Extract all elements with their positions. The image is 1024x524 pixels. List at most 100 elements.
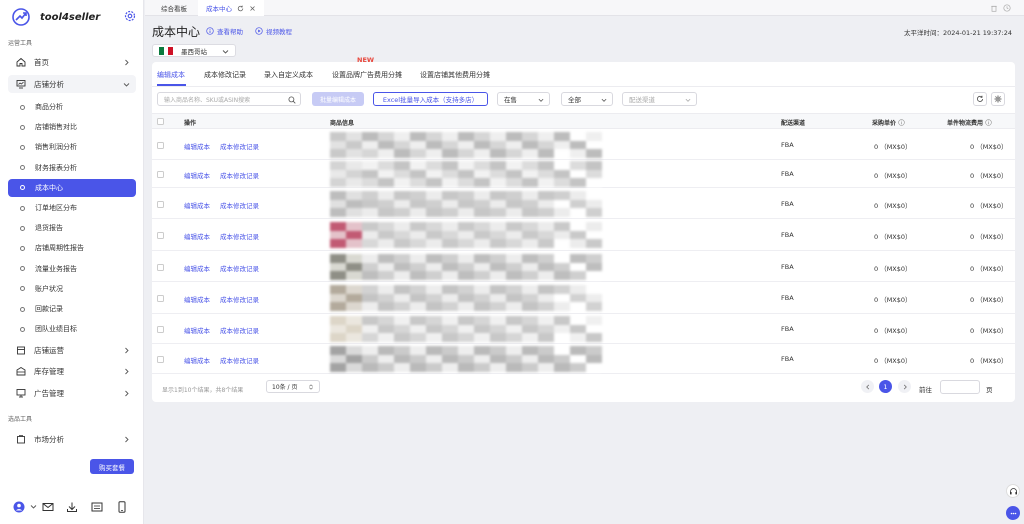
sidebar-subitem[interactable]: 退货报告: [8, 219, 136, 237]
sidebar-subitem[interactable]: 回款记录: [8, 300, 136, 318]
search-icon[interactable]: [288, 96, 296, 104]
edit-cost-link[interactable]: 编辑成本: [184, 325, 210, 335]
sidebar-item-ads[interactable]: 广告管理: [8, 384, 136, 402]
goto-label: 前往: [919, 386, 932, 394]
page-size-value: 10条 / 页: [272, 384, 298, 391]
sidebar-subitem[interactable]: 销售利润分析: [8, 138, 136, 156]
subtab-cost-log[interactable]: 成本修改记录: [204, 70, 246, 80]
sidebar-item-inventory[interactable]: 库存管理: [8, 362, 136, 380]
clock-icon[interactable]: [1003, 4, 1011, 12]
subtab-edit-cost[interactable]: 编辑成本: [157, 70, 185, 80]
sidebar-subitem[interactable]: 流量业务报告: [8, 260, 136, 278]
pacific-time: 太平洋时间：2024-01-21 19:37:24: [903, 29, 1012, 37]
row-checkbox[interactable]: [157, 201, 164, 208]
chevron-down-icon: [538, 98, 544, 102]
radio-dot-icon: [20, 225, 25, 231]
sidebar-item-label: 广告管理: [34, 388, 64, 398]
sidebar-subitem[interactable]: 订单地区分布: [8, 199, 136, 217]
edit-cost-link[interactable]: 编辑成本: [184, 294, 210, 304]
radio-dot-icon: [20, 205, 25, 211]
edit-cost-link[interactable]: 编辑成本: [184, 231, 210, 241]
row-checkbox[interactable]: [157, 264, 164, 271]
cost-log-link[interactable]: 成本修改记录: [220, 325, 259, 335]
cost-log-link[interactable]: 成本修改记录: [220, 355, 259, 365]
edit-cost-link[interactable]: 编辑成本: [184, 141, 210, 151]
subtab-brand-ad-allocation[interactable]: 设置品牌广告费用分摊: [332, 70, 402, 80]
sidebar-subitem[interactable]: 团队业绩目标: [8, 320, 136, 338]
sidebar-subitem[interactable]: 财务报表分析: [8, 159, 136, 177]
tab-dashboard[interactable]: 综合看板: [153, 0, 195, 16]
cost-log-link[interactable]: 成本修改记录: [220, 200, 259, 210]
site-select[interactable]: 墨西哥站: [152, 44, 236, 57]
sidebar-subitem[interactable]: 账户状况: [8, 280, 136, 298]
cost-log-link[interactable]: 成本修改记录: [220, 231, 259, 241]
edit-cost-link[interactable]: 编辑成本: [184, 200, 210, 210]
info-icon[interactable]: [898, 119, 905, 126]
refresh-button[interactable]: [973, 92, 987, 106]
sidebar-subitem[interactable]: 商品分析: [8, 98, 136, 116]
refresh-icon[interactable]: [237, 5, 244, 12]
row-checkbox[interactable]: [157, 171, 164, 178]
chat-button[interactable]: [1006, 506, 1020, 520]
row-checkbox[interactable]: [157, 142, 164, 149]
settings-icon: [994, 95, 1002, 103]
column-settings-button[interactable]: [991, 92, 1005, 106]
video-tutorial-link[interactable]: 视频教程: [255, 26, 292, 36]
tab-cost-center[interactable]: 成本中心: [198, 0, 264, 16]
row-checkbox[interactable]: [157, 295, 164, 302]
mobile-icon[interactable]: [116, 501, 128, 513]
sidebar-item-label: 店铺运营: [34, 345, 64, 355]
logo[interactable]: tool4seller: [12, 8, 100, 26]
channel-select[interactable]: 配送渠道: [622, 92, 697, 106]
next-page-button[interactable]: [898, 380, 911, 393]
col-shipping: 单件物流费用: [947, 118, 992, 127]
sidebar-item-label: 市场分析: [34, 434, 64, 444]
cost-log-link[interactable]: 成本修改记录: [220, 170, 259, 180]
edit-cost-link[interactable]: 编辑成本: [184, 170, 210, 180]
subtab-custom-cost[interactable]: 录入自定义成本: [264, 70, 313, 80]
status-select[interactable]: 在售: [497, 92, 550, 106]
row-checkbox[interactable]: [157, 232, 164, 239]
page-size-select[interactable]: 10条 / 页: [266, 380, 320, 393]
chevron-down-icon[interactable]: [30, 503, 37, 510]
sidebar-subitem[interactable]: 店铺销售对比: [8, 118, 136, 136]
help-link[interactable]: 查看帮助: [206, 26, 243, 36]
cost-log-link[interactable]: 成本修改记录: [220, 263, 259, 273]
batch-edit-cost-button[interactable]: 批量编辑成本: [312, 92, 364, 106]
mail-icon[interactable]: [42, 501, 54, 513]
pagination-summary: 显示1到10个结果，共8个结果: [162, 387, 244, 394]
row-checkbox[interactable]: [157, 356, 164, 363]
search-input[interactable]: 输入商品名称、SKU或ASIN搜索: [157, 92, 301, 106]
goto-page-input[interactable]: [940, 380, 980, 394]
close-icon[interactable]: [249, 5, 256, 12]
subtab-store-fee-allocation[interactable]: 设置店铺其他费用分摊: [420, 70, 490, 80]
sidebar-subitem[interactable]: 成本中心: [8, 178, 136, 197]
download-icon[interactable]: [66, 501, 78, 513]
sidebar-subitem[interactable]: 店铺周期性报告: [8, 239, 136, 257]
sidebar-item-market[interactable]: 市场分析: [8, 430, 136, 448]
buy-plan-button[interactable]: 购买套餐: [90, 459, 134, 474]
scope-select[interactable]: 全部: [561, 92, 613, 106]
row-checkbox[interactable]: [157, 326, 164, 333]
sidebar-item-label: 库存管理: [34, 366, 64, 376]
channel-cell: FBA: [781, 200, 794, 208]
page-number-current[interactable]: 1: [879, 380, 892, 393]
trash-icon[interactable]: [990, 4, 998, 12]
gear-icon[interactable]: [124, 10, 136, 22]
sidebar-item-store-ops[interactable]: 店铺运营: [8, 341, 136, 359]
calculator-icon[interactable]: [91, 501, 103, 513]
prev-page-button[interactable]: [861, 380, 874, 393]
avatar-icon[interactable]: [13, 501, 25, 513]
info-icon[interactable]: [985, 119, 992, 126]
sidebar-item-store-analysis[interactable]: 店铺分析: [8, 75, 136, 93]
sidebar-item-home[interactable]: 首页: [8, 53, 136, 71]
edit-cost-link[interactable]: 编辑成本: [184, 263, 210, 273]
cost-log-link[interactable]: 成本修改记录: [220, 141, 259, 151]
support-button[interactable]: [1006, 484, 1020, 498]
select-all-checkbox[interactable]: [157, 118, 164, 125]
cost-log-link[interactable]: 成本修改记录: [220, 294, 259, 304]
edit-cost-link[interactable]: 编辑成本: [184, 355, 210, 365]
sidebar-subitem-label: 订单地区分布: [35, 204, 77, 212]
app-name: tool4seller: [40, 11, 101, 23]
excel-import-button[interactable]: Excel批量导入成本（支持多店）: [373, 92, 488, 106]
